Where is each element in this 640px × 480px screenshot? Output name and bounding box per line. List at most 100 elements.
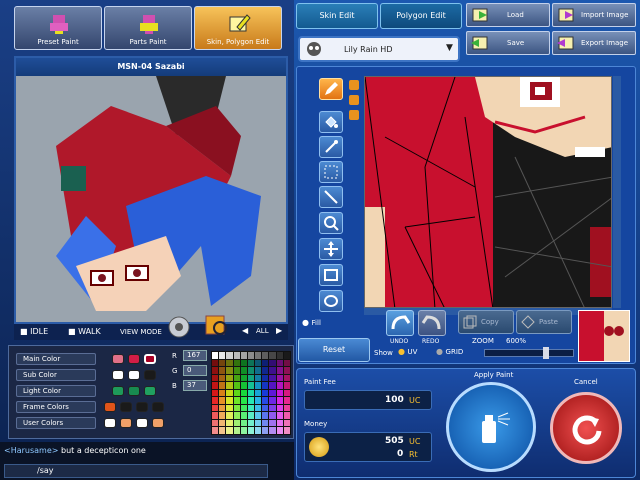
palette-cell[interactable] — [240, 374, 247, 382]
copy-button[interactable]: Copy — [458, 310, 514, 334]
palette-cell[interactable] — [262, 359, 269, 367]
prev-arrow-icon[interactable]: ◀ — [242, 326, 248, 335]
brush-size-3[interactable] — [349, 110, 359, 120]
palette-cell[interactable] — [233, 367, 240, 374]
move-tool[interactable] — [319, 238, 343, 260]
palette-cell[interactable] — [255, 427, 262, 434]
light-color-swatch-2[interactable] — [128, 386, 140, 396]
palette-cell[interactable] — [226, 352, 233, 359]
palette-cell[interactable] — [219, 397, 226, 404]
palette-cell[interactable] — [219, 427, 226, 434]
palette-cell[interactable] — [240, 404, 247, 412]
frame-color-swatch-1[interactable] — [104, 402, 116, 412]
palette-cell[interactable] — [233, 427, 240, 434]
canvas-vscroll[interactable] — [613, 76, 621, 308]
zoom-view-icon[interactable] — [204, 312, 232, 340]
main-color-swatch-3[interactable] — [144, 354, 156, 364]
palette-cell[interactable] — [283, 389, 290, 397]
sub-color-swatch-2[interactable] — [128, 370, 140, 380]
palette-cell[interactable] — [226, 389, 233, 397]
palette-cell[interactable] — [247, 382, 255, 389]
palette-cell[interactable] — [255, 404, 262, 412]
palette-cell[interactable] — [262, 382, 269, 389]
model-viewer[interactable]: MSN-04 Sazabi — [14, 56, 288, 324]
palette-cell[interactable] — [283, 367, 290, 374]
palette-cell[interactable] — [212, 404, 219, 412]
rectangle-tool[interactable] — [319, 264, 343, 286]
zoom-slider-handle[interactable] — [543, 347, 549, 359]
palette-cell[interactable] — [255, 367, 262, 374]
palette-cell[interactable] — [269, 359, 276, 367]
apply-paint-button[interactable] — [446, 382, 536, 472]
user-colors-row[interactable]: User Colors — [16, 417, 96, 429]
gear-icon[interactable] — [164, 314, 194, 340]
uv-toggle[interactable]: ● UV — [398, 347, 417, 356]
palette-cell[interactable] — [240, 419, 247, 427]
sub-color-swatch-3[interactable] — [144, 370, 156, 380]
palette-cell[interactable] — [212, 419, 219, 427]
skin-select[interactable]: Lily Rain HD ▼ — [298, 36, 460, 62]
tab-preset-paint[interactable]: Preset Paint — [14, 6, 102, 50]
palette-cell[interactable] — [233, 397, 240, 404]
r-value-field[interactable]: 167 — [183, 350, 207, 361]
palette-cell[interactable] — [269, 419, 276, 427]
palette-cell[interactable] — [283, 382, 290, 389]
palette-cell[interactable] — [233, 359, 240, 367]
palette-cell[interactable] — [269, 382, 276, 389]
palette-cell[interactable] — [240, 367, 247, 374]
palette-cell[interactable] — [247, 419, 255, 427]
palette-cell[interactable] — [283, 419, 290, 427]
palette-cell[interactable] — [233, 389, 240, 397]
palette-cell[interactable] — [255, 382, 262, 389]
palette-cell[interactable] — [233, 374, 240, 382]
palette-cell[interactable] — [240, 382, 247, 389]
reset-button[interactable]: Reset — [298, 338, 370, 362]
sub-color-row[interactable]: Sub Color — [16, 369, 96, 381]
palette-cell[interactable] — [255, 374, 262, 382]
palette-cell[interactable] — [276, 389, 283, 397]
palette-cell[interactable] — [219, 367, 226, 374]
palette-cell[interactable] — [255, 397, 262, 404]
palette-cell[interactable] — [276, 359, 283, 367]
palette-cell[interactable] — [219, 352, 226, 359]
undo-button[interactable] — [386, 310, 414, 336]
eyedropper-tool[interactable] — [319, 136, 343, 158]
palette-cell[interactable] — [240, 397, 247, 404]
grid-toggle[interactable]: ● GRID — [436, 347, 463, 356]
palette-cell[interactable] — [262, 397, 269, 404]
cancel-button[interactable] — [550, 392, 622, 464]
palette-cell[interactable] — [212, 382, 219, 389]
palette-cell[interactable] — [247, 389, 255, 397]
palette-cell[interactable] — [262, 352, 269, 359]
tab-parts-paint[interactable]: Parts Paint — [104, 6, 192, 50]
palette-cell[interactable] — [262, 404, 269, 412]
b-value-field[interactable]: 37 — [183, 380, 207, 391]
palette-cell[interactable] — [240, 427, 247, 434]
palette-cell[interactable] — [240, 352, 247, 359]
save-button[interactable]: Save — [466, 31, 550, 55]
light-color-swatch-1[interactable] — [112, 386, 124, 396]
g-value-field[interactable]: 0 — [183, 365, 207, 376]
palette-cell[interactable] — [269, 367, 276, 374]
palette-cell[interactable] — [283, 404, 290, 412]
palette-cell[interactable] — [247, 397, 255, 404]
line-tool[interactable] — [319, 186, 343, 208]
palette-cell[interactable] — [247, 367, 255, 374]
palette-cell[interactable] — [276, 427, 283, 434]
main-color-row[interactable]: Main Color — [16, 353, 96, 365]
palette-cell[interactable] — [247, 412, 255, 419]
palette-cell[interactable] — [219, 404, 226, 412]
palette-cell[interactable] — [219, 359, 226, 367]
palette-cell[interactable] — [247, 352, 255, 359]
palette-cell[interactable] — [262, 389, 269, 397]
palette-cell[interactable] — [233, 404, 240, 412]
frame-color-swatch-4[interactable] — [152, 402, 164, 412]
palette-cell[interactable] — [219, 419, 226, 427]
palette-cell[interactable] — [233, 352, 240, 359]
palette-cell[interactable] — [262, 427, 269, 434]
palette-cell[interactable] — [240, 412, 247, 419]
palette-cell[interactable] — [247, 359, 255, 367]
main-color-swatch-2[interactable] — [128, 354, 140, 364]
user-color-swatch-4[interactable] — [152, 418, 164, 428]
palette-cell[interactable] — [269, 427, 276, 434]
